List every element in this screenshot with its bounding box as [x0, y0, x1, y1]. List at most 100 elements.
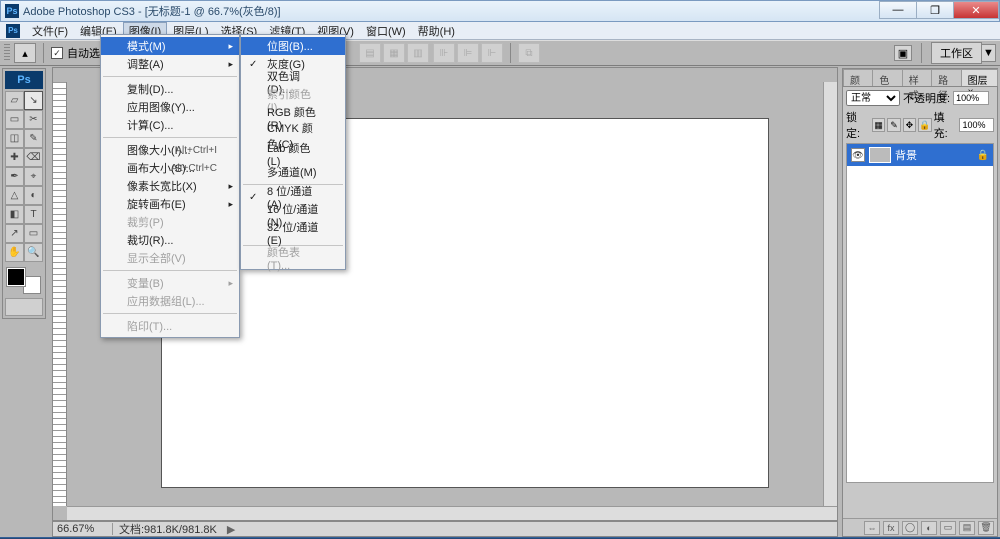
dist-btn-2[interactable]: ⊫: [457, 43, 479, 63]
layers-panel: 颜色色板样式路径图层 × 正常 不透明度: 100% 锁定: ▦ ✎ ✥ 🔒 填…: [842, 68, 998, 537]
fill-field[interactable]: 100%: [959, 118, 994, 132]
menu-item[interactable]: 图像大小(I)...Alt+Ctrl+I: [101, 141, 239, 159]
mode-submenu: 位图(B)...✓灰度(G)双色调(D)...索引颜色(I)RGB 颜色(R)C…: [240, 34, 346, 270]
tool-3-1[interactable]: ⌫: [24, 148, 43, 167]
auto-align-button[interactable]: ⧉: [518, 43, 540, 63]
scrollbar-horizontal[interactable]: [67, 506, 837, 520]
blend-mode-select[interactable]: 正常: [846, 90, 900, 106]
tool-4-1[interactable]: ⌖: [24, 167, 43, 186]
new-layer-button[interactable]: ▤: [959, 521, 975, 535]
menu-item[interactable]: 模式(M)▸: [101, 37, 239, 55]
panel-tab-3[interactable]: 路径: [931, 69, 961, 86]
doc-info-arrow[interactable]: ▶: [227, 523, 235, 536]
tool-2-1[interactable]: ✎: [24, 129, 43, 148]
workspace-button[interactable]: 工作区: [931, 42, 982, 64]
panel-tabs: 颜色色板样式路径图层 ×: [843, 69, 997, 87]
menu-item: 颜色表(T)...: [241, 249, 345, 267]
menu-item[interactable]: 像素长宽比(X)▸: [101, 177, 239, 195]
layer-thumbnail[interactable]: [869, 147, 891, 163]
auto-select-checkbox[interactable]: ✓: [51, 47, 63, 59]
menu-item[interactable]: 旋转画布(E)▸: [101, 195, 239, 213]
lock-position[interactable]: ✥: [903, 118, 916, 132]
workspace-dropdown[interactable]: ▼: [982, 44, 996, 62]
tool-8-1[interactable]: 🔍: [24, 243, 43, 262]
status-bar: 66.67% 文档:981.8K/981.8K ▶: [52, 521, 838, 537]
menu-item[interactable]: 复制(D)...: [101, 80, 239, 98]
lock-pixels[interactable]: ✎: [887, 118, 900, 132]
menu-item[interactable]: 计算(C)...: [101, 116, 239, 134]
titlebar: Ps Adobe Photoshop CS3 - [无标题-1 @ 66.7%(…: [0, 0, 1000, 22]
options-gripper[interactable]: [4, 44, 10, 62]
tool-7-0[interactable]: ↗: [5, 224, 24, 243]
menu-item[interactable]: 位图(B)...: [241, 37, 345, 55]
background-color[interactable]: [23, 276, 41, 294]
menu-item[interactable]: 裁切(R)...: [101, 231, 239, 249]
layer-lock-icon: 🔒: [977, 150, 989, 161]
layer-mask-button[interactable]: ◯: [902, 521, 918, 535]
opacity-field[interactable]: 100%: [953, 91, 989, 105]
close-button[interactable]: ✕: [953, 1, 999, 19]
menu-item[interactable]: 32 位/通道(E): [241, 224, 345, 242]
tool-0-1[interactable]: ↘: [24, 91, 43, 110]
tool-7-1[interactable]: ▭: [24, 224, 43, 243]
tool-4-0[interactable]: ✒: [5, 167, 24, 186]
link-layers-button[interactable]: ⇔: [864, 521, 880, 535]
zoom-field[interactable]: 66.67%: [53, 523, 113, 535]
group-button[interactable]: ▭: [940, 521, 956, 535]
scrollbar-vertical[interactable]: [823, 82, 837, 506]
menu-item: 裁剪(P): [101, 213, 239, 231]
minimize-button[interactable]: —: [879, 1, 917, 19]
ruler-vertical[interactable]: [53, 82, 67, 506]
dist-btn-1[interactable]: ⊪: [433, 43, 455, 63]
tool-0-0[interactable]: ▱: [5, 91, 24, 110]
tool-3-0[interactable]: ✚: [5, 148, 24, 167]
adjustment-layer-button[interactable]: ◐: [921, 521, 937, 535]
tool-1-1[interactable]: ✂: [24, 110, 43, 129]
panel-tab-2[interactable]: 样式: [902, 69, 932, 86]
panels-dock: 颜色色板样式路径图层 × 正常 不透明度: 100% 锁定: ▦ ✎ ✥ 🔒 填…: [842, 68, 998, 537]
align-btn-2[interactable]: ▦: [383, 43, 405, 63]
color-swatches[interactable]: [5, 266, 43, 296]
tool-2-0[interactable]: ◫: [5, 129, 24, 148]
lock-label: 锁定:: [846, 109, 870, 141]
menu-item[interactable]: 多通道(M): [241, 163, 345, 181]
tool-6-1[interactable]: T: [24, 205, 43, 224]
panel-tab-0[interactable]: 颜色: [843, 69, 873, 86]
align-btn-1[interactable]: ▤: [359, 43, 381, 63]
tool-preset-button[interactable]: ▴: [14, 43, 36, 63]
lock-all[interactable]: 🔒: [918, 118, 931, 132]
tool-5-0[interactable]: △: [5, 186, 24, 205]
fill-label: 填充:: [934, 109, 958, 141]
menu-8[interactable]: 帮助(H): [412, 22, 461, 40]
layer-row-background[interactable]: 👁 背景 🔒: [847, 144, 993, 166]
menu-item[interactable]: 画布大小(S)...Alt+Ctrl+C: [101, 159, 239, 177]
menu-item: 陷印(T)...: [101, 317, 239, 335]
menu-item[interactable]: 应用图像(Y)...: [101, 98, 239, 116]
distribute-group: ⊪ ⊫ ⊩: [433, 43, 503, 63]
delete-layer-button[interactable]: 🗑: [978, 521, 994, 535]
menu-7[interactable]: 窗口(W): [360, 22, 412, 40]
menu-item: 显示全部(V): [101, 249, 239, 267]
tool-1-0[interactable]: ▭: [5, 110, 24, 129]
tool-6-0[interactable]: ◧: [5, 205, 24, 224]
menu-item: 应用数据组(L)...: [101, 292, 239, 310]
maximize-button[interactable]: ❐: [916, 1, 954, 19]
foreground-color[interactable]: [7, 268, 25, 286]
menu-item[interactable]: Lab 颜色(L): [241, 145, 345, 163]
menu-item[interactable]: 调整(A)▸: [101, 55, 239, 73]
doc-info[interactable]: 文档:981.8K/981.8K: [113, 521, 223, 537]
align-btn-3[interactable]: ▥: [407, 43, 429, 63]
layer-list[interactable]: 👁 背景 🔒: [846, 143, 994, 483]
dist-btn-3[interactable]: ⊩: [481, 43, 503, 63]
quickmask-toggle[interactable]: [5, 298, 43, 316]
tool-8-0[interactable]: ✋: [5, 243, 24, 262]
visibility-icon[interactable]: 👁: [851, 148, 865, 162]
screen-mode-button[interactable]: ▣: [894, 45, 912, 61]
menu-0[interactable]: 文件(F): [26, 22, 74, 40]
panel-tab-1[interactable]: 色板: [872, 69, 902, 86]
layers-footer: ⇔ fx ◯ ◐ ▭ ▤ 🗑: [843, 518, 997, 536]
lock-transparency[interactable]: ▦: [872, 118, 885, 132]
layer-style-button[interactable]: fx: [883, 521, 899, 535]
panel-tab-4[interactable]: 图层 ×: [961, 69, 998, 86]
tool-5-1[interactable]: ◐: [24, 186, 43, 205]
